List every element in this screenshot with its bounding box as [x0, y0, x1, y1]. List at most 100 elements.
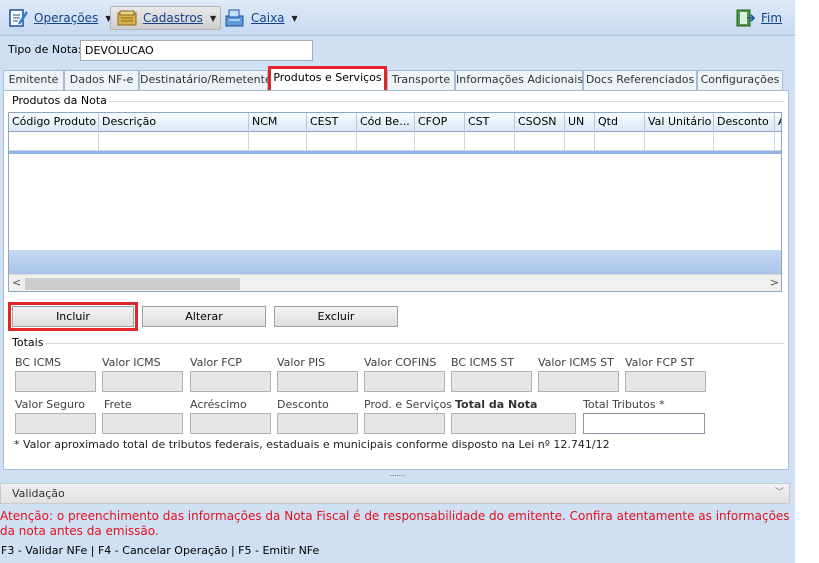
grid-cell[interactable] [9, 132, 99, 150]
field-valor-icms-st [538, 371, 619, 392]
menu-caixa-label: Caixa [251, 11, 285, 25]
tab-docs-referenciados[interactable]: Docs Referenciados [583, 70, 697, 90]
col-csosn[interactable]: CSOSN [515, 113, 565, 132]
col-codigo-produto[interactable]: Código Produto [9, 113, 99, 132]
grid-cell[interactable] [565, 132, 595, 150]
col-ncm[interactable]: NCM [249, 113, 307, 132]
app-window: Operações ▼ Cadastros ▼ Caixa ▼ Fim Tipo… [0, 0, 795, 563]
excluir-button[interactable]: Excluir [274, 306, 398, 327]
tributos-footnote: * Valor aproximado total de tributos fed… [14, 438, 610, 451]
menu-cadastros-label: Cadastros [143, 11, 203, 25]
col-val-unitario[interactable]: Val Unitário [645, 113, 714, 132]
tab-transporte[interactable]: Transporte [387, 70, 455, 90]
grid-cell[interactable] [595, 132, 645, 150]
field-total-nota [451, 413, 576, 434]
label-valor-cofins: Valor COFINS [364, 356, 437, 369]
register-icon [116, 8, 138, 28]
door-exit-icon [734, 8, 756, 28]
col-qtd[interactable]: Qtd [595, 113, 645, 132]
grid-cell[interactable] [415, 132, 465, 150]
shortcut-statusbar: F3 - Validar NFe | F4 - Cancelar Operaçã… [0, 541, 795, 563]
products-grid[interactable]: Código Produto Descrição NCM CEST Cód Be… [8, 112, 782, 292]
menu-operacoes-label: Operações [34, 11, 99, 25]
label-prod-servicos: Prod. e Serviços [364, 398, 453, 411]
grid-footer-band [9, 250, 781, 274]
grid-cell[interactable] [515, 132, 565, 150]
incluir-button[interactable]: Incluir [8, 302, 138, 331]
warning-message: Atenção: o preenchimento das informações… [0, 509, 790, 538]
field-valor-fcp [190, 371, 271, 392]
field-bc-icms [15, 371, 96, 392]
grid-cell[interactable] [645, 132, 714, 150]
field-bc-icms-st [451, 371, 532, 392]
grid-header: Código Produto Descrição NCM CEST Cód Be… [9, 113, 781, 132]
tab-emitente[interactable]: Emitente [3, 70, 64, 90]
produtos-group-title: Produtos da Nota [10, 94, 109, 107]
field-valor-cofins [364, 371, 445, 392]
horizontal-scrollbar[interactable]: < > [9, 274, 781, 291]
chevron-down-icon[interactable]: ﹀ [775, 484, 784, 503]
label-acrescimo: Acréscimo [190, 398, 247, 411]
exit-button[interactable]: Fim [734, 6, 782, 30]
field-total-tributos[interactable] [583, 413, 705, 434]
field-valor-fcp-st [625, 371, 706, 392]
field-desconto [277, 413, 358, 434]
label-desconto: Desconto [277, 398, 329, 411]
cash-register-icon [224, 8, 246, 28]
menu-caixa[interactable]: Caixa ▼ [224, 6, 298, 30]
table-row[interactable] [9, 132, 781, 151]
grid-cell[interactable] [714, 132, 775, 150]
scroll-right-icon[interactable]: > [770, 276, 779, 289]
grid-cell[interactable] [307, 132, 357, 150]
tab-dados-nfe[interactable]: Dados NF-e [64, 70, 139, 90]
col-cod-beneficio[interactable]: Cód Be... [357, 113, 415, 132]
label-bc-icms: BC ICMS [15, 356, 61, 369]
menu-cadastros[interactable]: Cadastros ▼ [110, 6, 222, 30]
col-cest[interactable]: CEST [307, 113, 357, 132]
totais-group-title: Totais [10, 336, 46, 349]
menu-operacoes[interactable]: Operações ▼ [7, 6, 111, 30]
col-desconto[interactable]: Desconto [714, 113, 775, 132]
label-bc-icms-st: BC ICMS ST [451, 356, 515, 369]
label-total-tributos: Total Tributos * [583, 398, 665, 411]
grid-summary-band [9, 151, 781, 154]
label-total-nota: Total da Nota [455, 398, 538, 411]
chevron-down-icon: ▼ [209, 13, 217, 23]
tipo-nota-field[interactable]: DEVOLUCAO [80, 40, 313, 61]
scrollbar-thumb[interactable] [25, 278, 240, 290]
field-valor-pis [277, 371, 358, 392]
label-valor-icms: Valor ICMS [102, 356, 161, 369]
tipo-nota-label: Tipo de Nota: [8, 43, 82, 56]
operations-icon [7, 8, 29, 28]
grid-cell[interactable] [99, 132, 249, 150]
validacao-panel[interactable]: Validação ﹀ [0, 483, 790, 504]
col-cfop[interactable]: CFOP [415, 113, 465, 132]
field-acrescimo [190, 413, 271, 434]
alterar-button[interactable]: Alterar [142, 306, 266, 327]
label-valor-icms-st: Valor ICMS ST [538, 356, 614, 369]
tab-produtos-servicos[interactable]: Produtos e Serviços [268, 66, 387, 93]
col-descricao[interactable]: Descrição [99, 113, 249, 132]
label-valor-fcp-st: Valor FCP ST [625, 356, 695, 369]
col-cst[interactable]: CST [465, 113, 515, 132]
col-un[interactable]: UN [565, 113, 595, 132]
grid-cell[interactable] [465, 132, 515, 150]
panel-splitter[interactable]: ······· [0, 473, 795, 482]
grid-cell[interactable] [357, 132, 415, 150]
scroll-left-icon[interactable]: < [12, 276, 21, 289]
chevron-down-icon: ▼ [291, 13, 298, 23]
label-valor-seguro: Valor Seguro [15, 398, 85, 411]
tab-informacoes-adicionais[interactable]: Informações Adicionais [455, 70, 583, 90]
label-frete: Frete [104, 398, 132, 411]
tab-destinatario[interactable]: Destinatário/Remetente [139, 70, 272, 90]
col-extra[interactable]: A [775, 113, 781, 132]
menubar: Operações ▼ Cadastros ▼ Caixa ▼ Fim [0, 0, 795, 36]
label-valor-pis: Valor PIS [277, 356, 326, 369]
exit-label: Fim [761, 11, 783, 25]
grid-cell[interactable] [249, 132, 307, 150]
tab-configuracoes[interactable]: Configurações [697, 70, 783, 90]
group-divider [12, 343, 784, 344]
field-prod-servicos [364, 413, 445, 434]
label-valor-fcp: Valor FCP [190, 356, 242, 369]
field-valor-icms [102, 371, 183, 392]
